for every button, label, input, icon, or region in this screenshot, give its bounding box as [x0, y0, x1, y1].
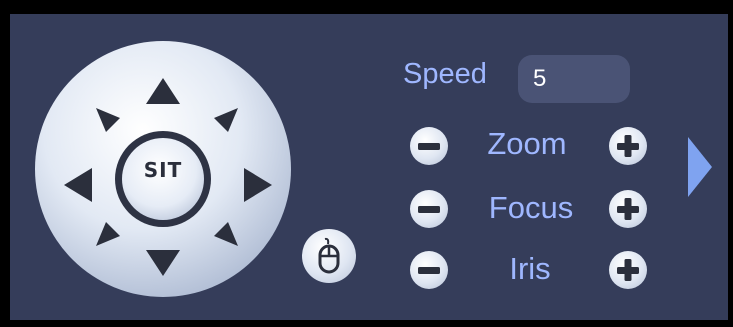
iris-minus-button[interactable] [410, 251, 448, 289]
minus-icon [418, 267, 440, 274]
speed-label: Speed [403, 58, 487, 90]
zoom-label: Zoom [487, 126, 567, 161]
plus-icon [617, 135, 639, 157]
focus-minus-button[interactable] [410, 190, 448, 228]
sit-button[interactable] [114, 128, 212, 226]
zoom-minus-button[interactable] [410, 127, 448, 165]
plus-icon [617, 259, 639, 281]
focus-plus-button[interactable] [609, 190, 647, 228]
ptz-window: SIT Speed Zoom Focus [0, 0, 733, 327]
plus-icon [617, 198, 639, 220]
iris-plus-button[interactable] [609, 251, 647, 289]
iris-label: Iris [509, 251, 551, 286]
focus-label: Focus [488, 190, 574, 225]
chevron-right-icon [688, 137, 712, 197]
direction-pad: SIT [34, 40, 292, 298]
minus-icon [418, 206, 440, 213]
speed-input[interactable] [518, 55, 630, 103]
mouse-control-button[interactable] [302, 229, 356, 283]
expand-panel-button[interactable] [688, 137, 712, 202]
minus-icon [418, 143, 440, 150]
mouse-icon [318, 237, 340, 274]
zoom-plus-button[interactable] [609, 127, 647, 165]
